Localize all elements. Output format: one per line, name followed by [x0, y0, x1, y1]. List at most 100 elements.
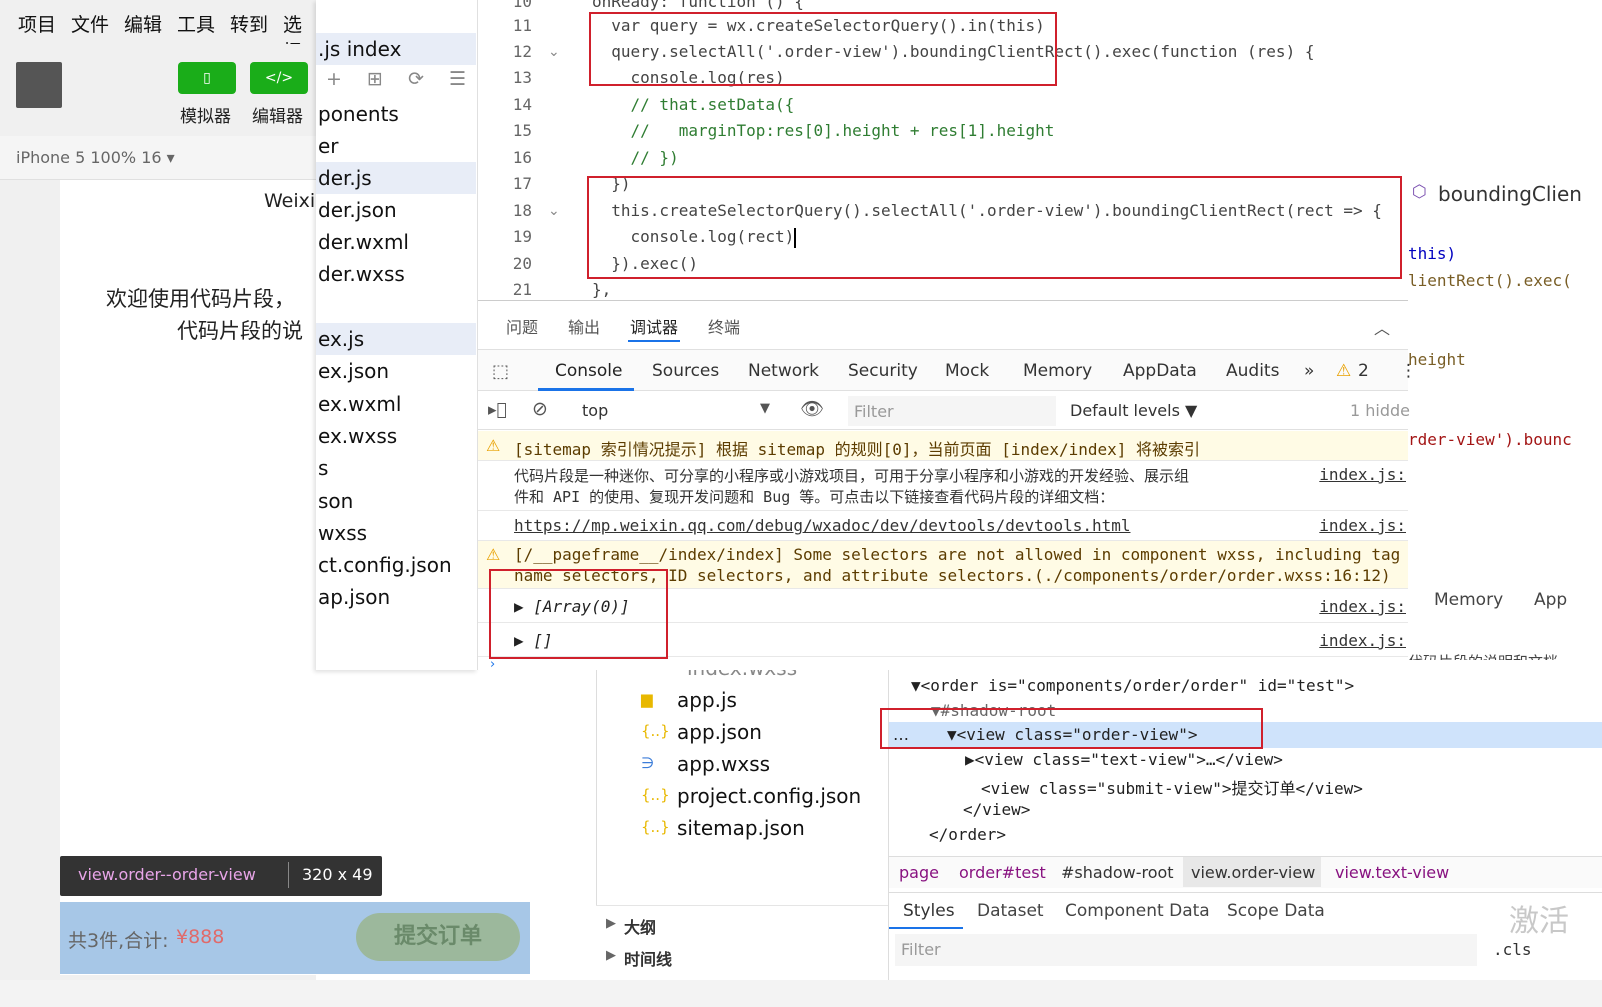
eye-icon[interactable]: 👁	[800, 397, 824, 420]
menu-project[interactable]: 项目	[18, 10, 56, 37]
front-file-item[interactable]: ponents	[316, 98, 476, 130]
collapse-icon[interactable]: ︿	[1374, 315, 1390, 339]
tab-terminal[interactable]: 终端	[708, 314, 740, 338]
menu-edit[interactable]: 编辑	[124, 10, 162, 37]
source-link[interactable]: index.js:	[1319, 516, 1406, 535]
code-line[interactable]: }).exec()	[592, 254, 698, 273]
refresh-icon[interactable]: ⟳	[408, 68, 424, 90]
more-icon[interactable]: …	[893, 725, 909, 744]
front-file-item[interactable]: ex.json	[316, 355, 476, 387]
front-file-item[interactable]: son	[316, 485, 476, 517]
menu-file[interactable]: 文件	[71, 10, 109, 37]
front-file-item[interactable]: s	[316, 452, 476, 484]
tab-sources[interactable]: Sources	[652, 361, 719, 381]
cls-toggle[interactable]: .cls	[1493, 940, 1532, 959]
dom-order[interactable]: ▼<order is="components/order/order" id="…	[911, 676, 1354, 695]
avatar[interactable]	[16, 62, 62, 108]
front-file-item[interactable]: der.js	[316, 162, 476, 194]
tab-security[interactable]: Security	[848, 361, 918, 381]
kebab-menu-icon[interactable]: ⋮	[1400, 361, 1417, 381]
console-prompt-icon[interactable]: ›	[490, 657, 495, 672]
outline-label[interactable]: 大纲	[624, 914, 656, 938]
source-link[interactable]: index.js:	[1319, 465, 1406, 484]
menu-goto[interactable]: 转到	[230, 10, 268, 37]
code-line[interactable]: },	[592, 280, 611, 299]
dom-view-close[interactable]: </view>	[963, 800, 1030, 819]
code-line[interactable]: // that.setData({	[592, 95, 795, 114]
front-file-item[interactable]: ex.wxss	[316, 420, 476, 452]
tab-network[interactable]: Network	[748, 361, 819, 381]
code-line[interactable]: query.selectAll('.order-view').boundingC…	[592, 42, 1314, 61]
breadcrumb-text-view[interactable]: view.text-view	[1335, 863, 1449, 882]
empty-array-output[interactable]: ▶ []	[514, 631, 553, 650]
code-line[interactable]: var query = wx.createSelectorQuery().in(…	[592, 16, 1044, 35]
tab-mock[interactable]: Mock	[945, 361, 989, 381]
breadcrumb-order[interactable]: order#test	[959, 863, 1046, 882]
tab-scope-data[interactable]: Scope Data	[1227, 901, 1325, 921]
device-select[interactable]: iPhone 5 100% 16 ▾	[16, 148, 175, 167]
front-file-item[interactable]: er	[316, 130, 476, 162]
tab-console[interactable]: Console	[555, 361, 623, 381]
tab-appdata[interactable]: AppData	[1123, 361, 1197, 381]
code-line[interactable]: // marginTop:res[0].height + res[1].heig…	[592, 121, 1055, 140]
array-output[interactable]: ▶ [Array(0)]	[514, 597, 630, 616]
breadcrumb-page[interactable]: page	[899, 863, 939, 882]
dom-text-view[interactable]: ▶<view class="text-view">…</view>	[965, 750, 1283, 769]
docs-url-link[interactable]: https://mp.weixin.qq.com/debug/wxadoc/de…	[514, 516, 1131, 535]
front-file-item[interactable]: .js index	[316, 33, 476, 65]
dom-selected-row[interactable]: … ▼<view class="order-view">	[889, 722, 1602, 748]
tab-debugger[interactable]: 调试器	[630, 314, 678, 338]
back-file-project-config[interactable]: project.config.json	[677, 784, 861, 808]
add-folder-icon[interactable]: ⊞	[367, 68, 383, 90]
front-file-item[interactable]: wxss	[316, 517, 476, 549]
front-file-item[interactable]: der.wxml	[316, 226, 476, 258]
front-file-item[interactable]: ap.json	[316, 581, 476, 613]
back-file-app-wxss[interactable]: app.wxss	[677, 752, 770, 776]
more-tabs-icon[interactable]: »	[1304, 361, 1314, 381]
tab-output[interactable]: 输出	[568, 314, 600, 338]
dom-shadow-root[interactable]: ▼#shadow-root	[931, 701, 1056, 720]
context-select[interactable]: top	[582, 401, 608, 420]
breadcrumb-order-view[interactable]: view.order-view	[1191, 863, 1315, 882]
dom-order-view[interactable]: ▼<view class="order-view">	[947, 725, 1197, 744]
tab-problems[interactable]: 问题	[506, 314, 538, 338]
code-line[interactable]: console.log(res)	[592, 68, 785, 87]
styles-filter-input[interactable]: Filter	[895, 934, 1477, 966]
inspect-icon[interactable]: ⬚	[492, 361, 509, 382]
timeline-label[interactable]: 时间线	[624, 946, 672, 970]
front-file-item[interactable]	[316, 290, 476, 322]
code-line[interactable]: })	[592, 174, 630, 193]
back-tab-memory[interactable]: Memory	[1434, 590, 1503, 610]
fold-arrow-icon[interactable]: ⌄	[548, 203, 560, 219]
back-file-sitemap[interactable]: sitemap.json	[677, 816, 805, 840]
breadcrumb-shadow[interactable]: #shadow-root	[1061, 863, 1174, 882]
clear-console-icon[interactable]: ⊘	[532, 398, 548, 420]
dom-order-close[interactable]: </order>	[929, 825, 1006, 844]
tab-dataset[interactable]: Dataset	[977, 901, 1044, 921]
simulator-button[interactable]: ▯	[178, 62, 236, 94]
editor-button[interactable]: </>	[250, 62, 308, 94]
console-filter-input[interactable]: Filter	[848, 396, 1056, 426]
tab-memory[interactable]: Memory	[1023, 361, 1092, 381]
back-file-app-js[interactable]: app.js	[677, 688, 737, 712]
tab-component-data[interactable]: Component Data	[1065, 901, 1210, 921]
sidebar-toggle-icon[interactable]: ▸⃞	[488, 400, 507, 420]
front-file-item[interactable]: der.wxss	[316, 258, 476, 290]
back-file-app-json[interactable]: app.json	[677, 720, 762, 744]
front-file-item[interactable]: der.json	[316, 194, 476, 226]
source-link[interactable]: index.js:	[1319, 597, 1406, 616]
source-link[interactable]: index.js:	[1319, 631, 1406, 650]
add-file-icon[interactable]: +	[326, 68, 342, 90]
warning-count[interactable]: 2	[1358, 361, 1369, 381]
tab-audits[interactable]: Audits	[1226, 361, 1279, 381]
front-file-item[interactable]: ex.wxml	[316, 388, 476, 420]
collapse-all-icon[interactable]: ☰	[449, 68, 466, 90]
code-line[interactable]: // })	[592, 148, 679, 167]
context-dropdown-icon[interactable]: ▼	[760, 401, 770, 416]
tab-styles[interactable]: Styles	[903, 901, 955, 921]
submit-order-button[interactable]: 提交订单	[356, 913, 520, 961]
code-line[interactable]: console.log(rect)	[592, 227, 795, 246]
dom-submit-view[interactable]: <view class="submit-view">提交订单</view>	[981, 775, 1363, 799]
menu-tools[interactable]: 工具	[177, 10, 215, 37]
fold-arrow-icon[interactable]: ⌄	[548, 44, 560, 60]
